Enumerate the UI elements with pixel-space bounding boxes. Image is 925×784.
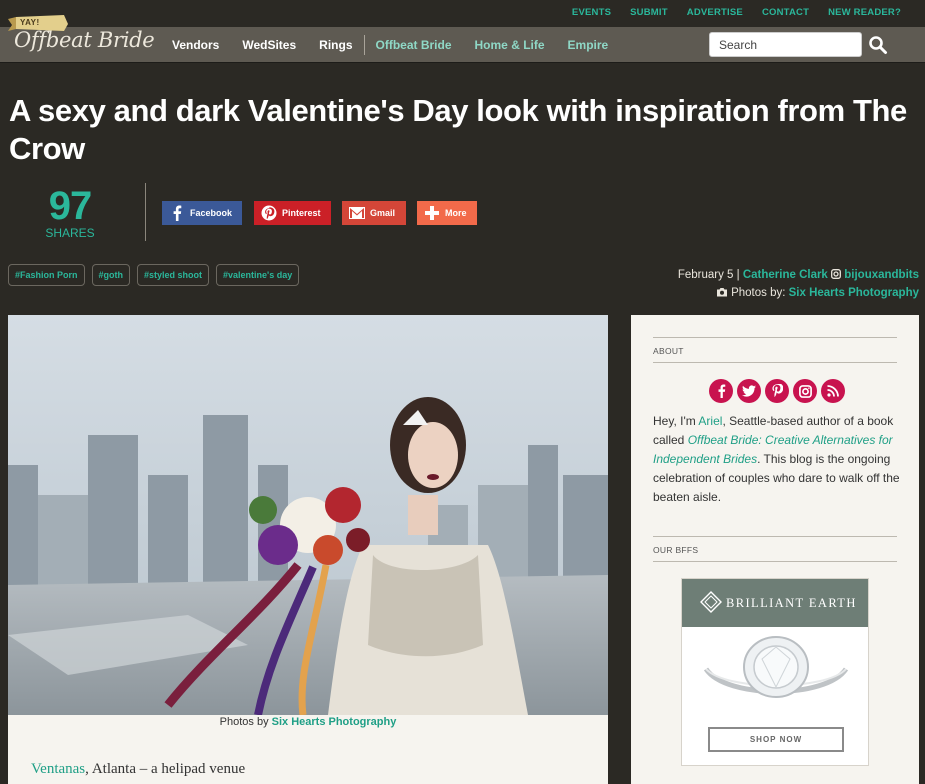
share-count: 97 SHARES — [40, 186, 100, 239]
nav-empire[interactable]: Empire — [568, 38, 609, 52]
ring-image — [703, 636, 849, 698]
top-link-contact[interactable]: CONTACT — [762, 7, 809, 18]
pinterest-share-button[interactable]: Pinterest — [254, 201, 331, 225]
about-hey: Hey, I'm — [653, 414, 699, 428]
main-navbar: YAY! Offbeat Bride Vendors WedSites Ring… — [0, 15, 925, 63]
tag-list: #Fashion Porn #goth #styled shoot #valen… — [8, 264, 300, 286]
top-link-events[interactable]: EVENTS — [572, 7, 611, 18]
search-icon[interactable] — [868, 35, 888, 55]
bride-photo-illustration — [8, 315, 608, 715]
photographer-link[interactable]: Six Hearts Photography — [789, 287, 919, 299]
logo-ribbon-text: YAY! — [20, 18, 40, 27]
photo-caption: Photos by Six Hearts Photography — [8, 716, 608, 728]
bffs-heading: OUR BFFS — [653, 545, 699, 555]
facebook-icon — [168, 204, 186, 222]
instagram-icon — [831, 269, 841, 279]
facebook-share-button[interactable]: Facebook — [162, 201, 242, 225]
nav-home-life[interactable]: Home & Life — [475, 38, 545, 52]
search-input[interactable] — [709, 32, 862, 57]
gmail-share-button[interactable]: Gmail — [342, 201, 406, 225]
about-heading: ABOUT — [653, 346, 684, 356]
top-link-submit[interactable]: SUBMIT — [630, 7, 668, 18]
pinterest-icon[interactable] — [765, 379, 789, 403]
nav-divider — [363, 35, 365, 55]
instagram-icon[interactable] — [793, 379, 817, 403]
instagram-link[interactable]: bijouxandbits — [844, 269, 919, 281]
pinterest-icon — [260, 204, 278, 222]
byline: February 5 | Catherine Clark bijouxandbi… — [677, 269, 919, 281]
diamond-logo-icon — [700, 591, 722, 613]
nav-rings[interactable]: Rings — [319, 38, 352, 52]
logo-wordmark: Offbeat Bride — [14, 28, 155, 52]
sidebar-rule — [653, 536, 897, 537]
gmail-share-label: Gmail — [370, 208, 396, 218]
venue-line: Ventanas, Atlanta – a helipad venue — [31, 761, 245, 778]
tag-fashion-porn[interactable]: #Fashion Porn — [8, 264, 85, 286]
post-date: February 5 — [677, 269, 734, 281]
sidebar: ABOUT Hey, I'm Ariel, Seattle-based auth… — [631, 315, 919, 784]
plus-icon — [423, 204, 441, 222]
tag-goth[interactable]: #goth — [91, 264, 131, 286]
photos-by-label: Photos by: — [731, 287, 786, 299]
more-share-button[interactable]: More — [417, 201, 477, 225]
caption-prefix: Photos by — [219, 716, 269, 728]
top-link-new-reader[interactable]: NEW READER? — [828, 7, 901, 18]
share-divider — [145, 183, 146, 241]
nav-wedsites[interactable]: WedSites — [242, 38, 296, 52]
sidebar-rule — [653, 561, 897, 562]
ad-brand: BRILLIANT EARTH — [726, 596, 857, 610]
share-count-number: 97 — [48, 184, 93, 228]
about-author-link[interactable]: Ariel — [698, 414, 722, 428]
nav-links: Vendors WedSites Rings Offbeat Bride Hom… — [172, 27, 631, 63]
facebook-icon[interactable] — [709, 379, 733, 403]
article-photo — [8, 315, 608, 715]
shop-now-button[interactable]: SHOP NOW — [708, 727, 844, 752]
camera-icon — [716, 288, 727, 297]
rss-icon[interactable] — [821, 379, 845, 403]
facebook-share-label: Facebook — [190, 208, 233, 218]
social-links — [709, 379, 845, 403]
gmail-icon — [348, 204, 366, 222]
pinterest-share-label: Pinterest — [282, 208, 321, 218]
brilliant-earth-ad[interactable]: BRILLIANT EARTH SHOP NOW — [681, 578, 869, 766]
article-title: A sexy and dark Valentine's Day look wit… — [9, 93, 907, 166]
sidebar-rule — [653, 362, 897, 363]
sidebar-rule — [653, 337, 897, 338]
tag-valentines-day[interactable]: #valentine's day — [216, 264, 300, 286]
venue-link[interactable]: Ventanas — [31, 761, 85, 777]
article-body: Photos by Six Hearts Photography Ventana… — [8, 315, 608, 784]
site-logo[interactable]: YAY! Offbeat Bride — [6, 12, 155, 62]
top-links: EVENTS SUBMIT ADVERTISE CONTACT NEW READ… — [572, 7, 901, 18]
about-text: Hey, I'm Ariel, Seattle-based author of … — [653, 412, 903, 507]
venue-text: , Atlanta – a helipad venue — [85, 761, 246, 777]
more-share-label: More — [445, 208, 467, 218]
share-count-label: SHARES — [45, 226, 95, 240]
author-link[interactable]: Catherine Clark — [743, 269, 828, 281]
photo-credit: Photos by: Six Hearts Photography — [678, 284, 919, 302]
nav-vendors[interactable]: Vendors — [172, 38, 219, 52]
tag-styled-shoot[interactable]: #styled shoot — [137, 264, 210, 286]
nav-offbeat-bride[interactable]: Offbeat Bride — [376, 38, 452, 52]
caption-photographer-link[interactable]: Six Hearts Photography — [272, 716, 397, 728]
article-meta: February 5 | Catherine Clark bijouxandbi… — [678, 266, 919, 302]
twitter-icon[interactable] — [737, 379, 761, 403]
top-link-advertise[interactable]: ADVERTISE — [687, 7, 743, 18]
